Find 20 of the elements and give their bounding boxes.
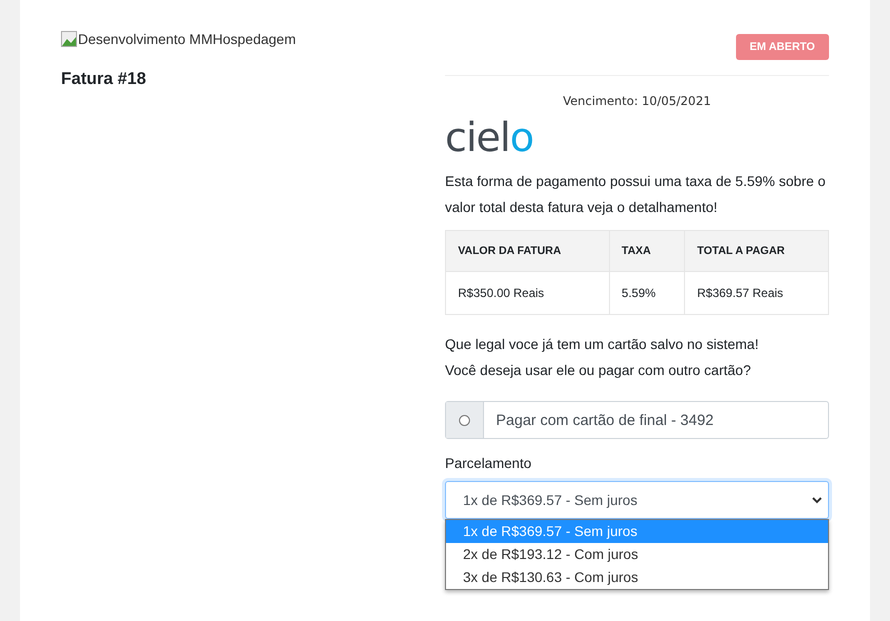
invoice-title: Fatura #18 — [61, 69, 148, 89]
chevron-down-icon — [812, 496, 822, 504]
column-header: TOTAL A PAGAR — [684, 230, 828, 272]
dropdown-option[interactable]: 2x de R$193.12 - Com juros — [446, 543, 828, 566]
broken-image-icon — [61, 31, 77, 47]
dropdown-option[interactable]: 3x de R$130.63 - Com juros — [446, 566, 828, 589]
logo-alt-text: Desenvolvimento MMHospedagem — [78, 31, 296, 47]
saved-card-notice: Que legal voce já tem um cartão salvo no sistema! Você deseja usar ele ou pagar com outro cartão? — [445, 335, 760, 380]
table-cell: R$350.00 Reais — [446, 272, 610, 314]
due-date: Vencimento: 10/05/2021 — [562, 94, 712, 108]
status-badge: EM ABERTO — [736, 34, 829, 60]
radio-button[interactable] — [459, 414, 470, 426]
table-cell: 5.59% — [609, 272, 685, 314]
column-header: TAXA — [609, 230, 685, 272]
fee-notice: Esta forma de pagamento possui uma taxa de 5.59% sobre o valor total desta fatura veja o detalhamento! — [445, 172, 827, 217]
table-cell: R$369.57 Reais — [684, 272, 828, 314]
installments-select[interactable]: 1x de R$369.57 - Sem juros — [445, 481, 829, 519]
logo: cielo — [445, 118, 534, 158]
field-label: Parcelamento — [445, 455, 532, 471]
column-header: VALOR DA FATURA — [446, 230, 610, 272]
